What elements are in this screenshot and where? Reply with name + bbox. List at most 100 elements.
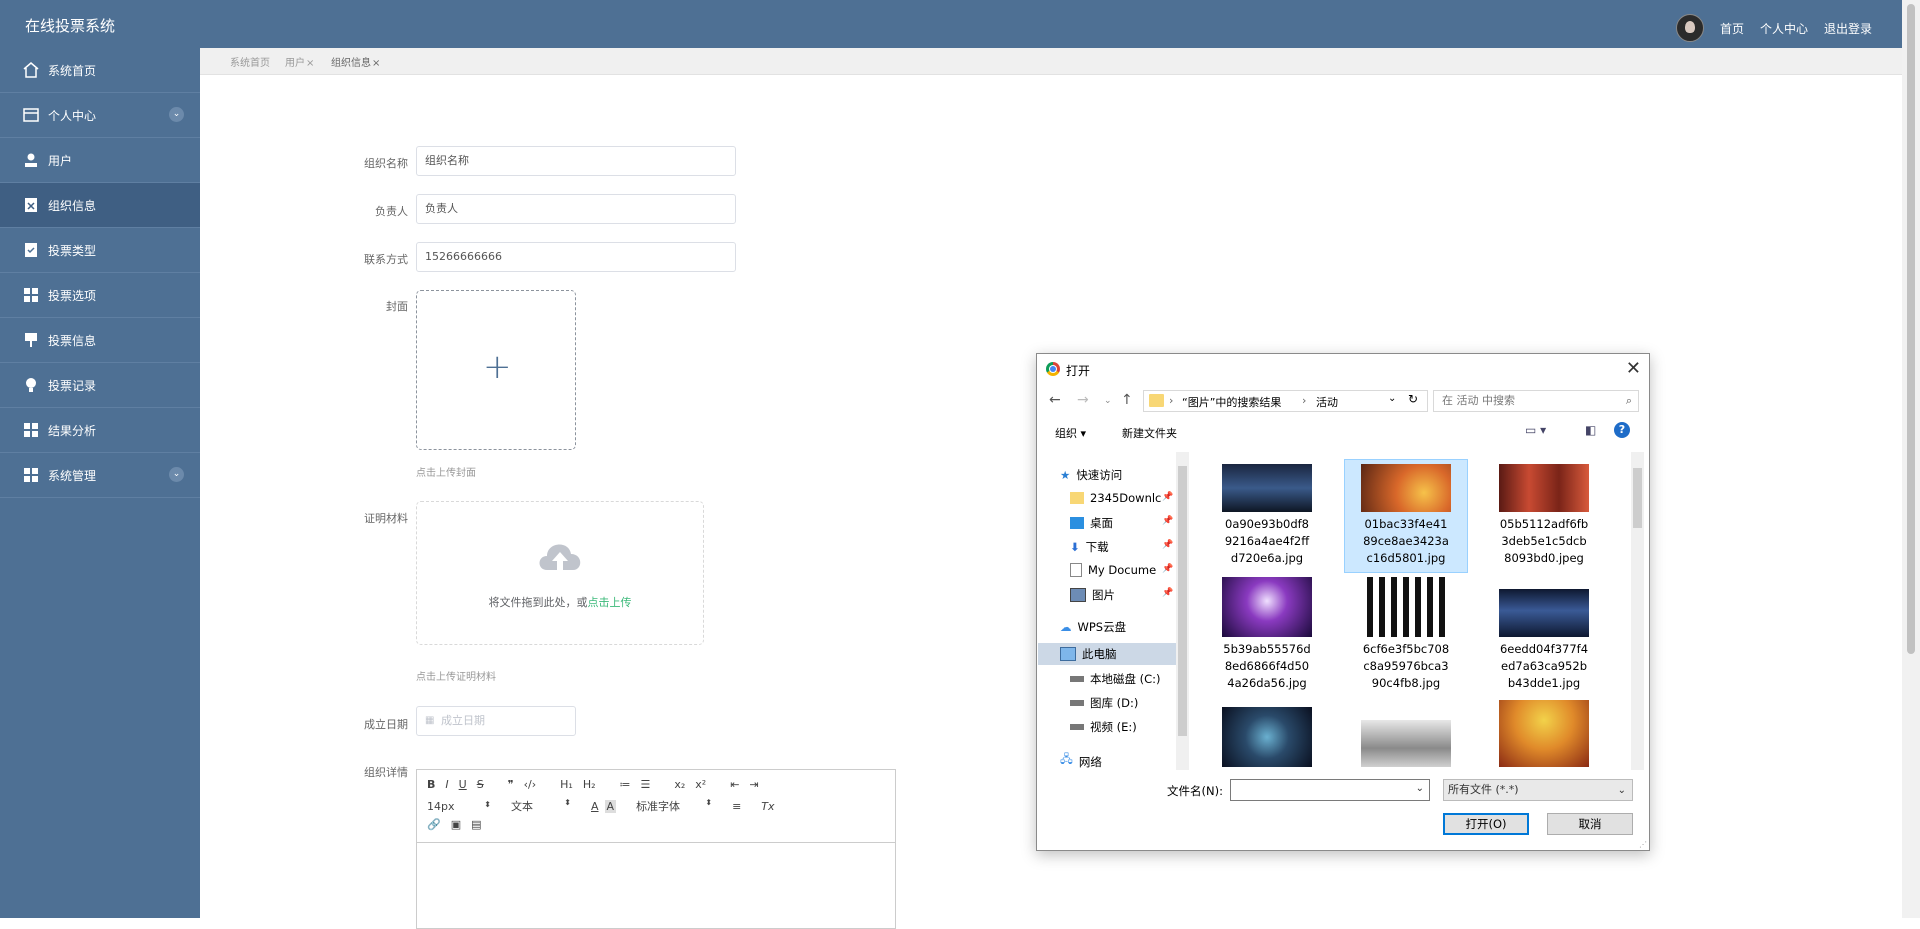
nav-profile-link[interactable]: 个人中心 (1760, 20, 1808, 37)
forward-arrow-icon[interactable]: → (1077, 392, 1089, 408)
breadcrumb-search-results[interactable]: “图片”中的搜索结果 (1182, 394, 1281, 410)
cancel-button[interactable]: 取消 (1547, 813, 1633, 835)
recent-locations-icon[interactable]: ⌄ (1104, 396, 1112, 406)
sidebar-item-profile[interactable]: 个人中心 ⌄ (0, 93, 200, 138)
chevron-down-icon[interactable]: ⌄ (169, 107, 184, 122)
tree-downloads[interactable]: ⬇ 下载 (1070, 539, 1109, 555)
refresh-icon[interactable]: ↻ (1408, 392, 1418, 406)
subscript-icon[interactable]: x₂ (674, 778, 685, 791)
tree-wps-cloud[interactable]: ☁ WPS云盘 (1060, 619, 1126, 635)
text-color-icon[interactable]: A (591, 800, 599, 813)
tree-downloads-folder[interactable]: 2345Downlc (1070, 491, 1161, 505)
sidebar-item-org-info[interactable]: 组织信息 (0, 183, 200, 228)
tree-drive-d[interactable]: 图库 (D:) (1070, 695, 1138, 711)
background-color-icon[interactable]: A (604, 799, 617, 813)
sidebar-item-vote-type[interactable]: 投票类型 (0, 228, 200, 273)
tree-drive-e[interactable]: 视频 (E:) (1070, 719, 1137, 735)
date-picker-input[interactable]: ▦ 成立日期 (416, 706, 576, 736)
scrollbar-thumb[interactable] (1633, 468, 1642, 528)
sidebar-item-vote-records[interactable]: 投票记录 (0, 363, 200, 408)
bold-icon[interactable]: B (427, 778, 435, 791)
video-icon[interactable]: ▤ (471, 818, 481, 831)
page-scrollbar[interactable] (1902, 0, 1920, 918)
address-bar[interactable]: › “图片”中的搜索结果 › 活动 ⌄ ↻ (1143, 390, 1428, 412)
proof-upload-link[interactable]: 点击上传 (588, 596, 632, 609)
tree-my-documents[interactable]: My Docume (1070, 563, 1156, 577)
help-icon[interactable]: ? (1614, 422, 1630, 438)
cover-upload-box[interactable]: + (416, 290, 576, 450)
tree-drive-c[interactable]: 本地磁盘 (C:) (1070, 671, 1161, 687)
image-icon[interactable]: ▣ (451, 818, 461, 831)
view-options-icon[interactable]: ▭ ▾ (1525, 423, 1546, 437)
tab-home[interactable]: 系统首页 (230, 54, 270, 69)
chevron-down-icon[interactable]: ⌄ (169, 467, 184, 482)
file-type-select[interactable]: 所有文件 (*.*) ⌄ (1443, 779, 1633, 801)
chevron-down-icon[interactable]: ⌄ (1416, 783, 1424, 794)
font-family-select[interactable]: 标准字体 ⬍ (636, 798, 712, 814)
file-item[interactable]: 05b5112adf6fb3deb5e1c5dcb8093bd0.jpeg (1483, 464, 1605, 567)
tree-this-pc[interactable]: 此电脑 (1038, 643, 1176, 665)
sidebar-item-vote-options[interactable]: 投票选项 (0, 273, 200, 318)
block-type-select[interactable]: 文本 ⬍ (511, 798, 571, 814)
font-size-select[interactable]: 14px ⬍ (427, 800, 491, 813)
underline-icon[interactable]: U (459, 778, 467, 791)
sidebar-item-system-admin[interactable]: 系统管理 ⌄ (0, 453, 200, 498)
align-icon[interactable]: ≡ (732, 800, 741, 813)
new-folder-button[interactable]: 新建文件夹 (1122, 425, 1177, 441)
resize-grip-icon[interactable]: ⋰ (1639, 840, 1647, 849)
proof-upload-area[interactable]: 将文件拖到此处，或点击上传 (416, 501, 704, 645)
tree-desktop[interactable]: 桌面 (1070, 515, 1113, 531)
open-button[interactable]: 打开(O) (1443, 813, 1529, 835)
avatar[interactable] (1675, 14, 1704, 42)
bullet-list-icon[interactable]: ☰ (641, 778, 651, 791)
filename-input[interactable]: ⌄ (1230, 779, 1430, 801)
heading2-icon[interactable]: H₂ (583, 778, 596, 791)
superscript-icon[interactable]: x² (695, 778, 706, 791)
org-name-input[interactable]: 组织名称 (416, 146, 736, 176)
organize-button[interactable]: 组织 ▾ (1055, 425, 1086, 441)
strikethrough-icon[interactable]: S (477, 778, 484, 791)
search-icon[interactable]: ⌕ (1626, 391, 1632, 411)
nav-home-link[interactable]: 首页 (1720, 20, 1744, 37)
tab-user[interactable]: 用户× (285, 54, 314, 69)
close-icon[interactable]: ✕ (1626, 358, 1641, 379)
contact-input[interactable]: 15266666666 (416, 242, 736, 272)
file-item[interactable]: 6cf6e3f5bc708c8a95976bca390c4fb8.jpg (1345, 577, 1467, 692)
sidebar-item-home[interactable]: 系统首页 (0, 48, 200, 93)
file-item[interactable] (1345, 720, 1467, 767)
dialog-search-input[interactable]: 在 活动 中搜索 ⌕ (1433, 390, 1639, 412)
file-item[interactable]: 6eedd04f377f4ed7a63ca952bb43dde1.jpg (1483, 577, 1605, 692)
clear-format-icon[interactable]: Tx (761, 800, 774, 813)
breadcrumb-activity[interactable]: 活动 (1316, 394, 1338, 410)
rich-text-editor[interactable]: B I U S ❞ ‹/› H₁ H₂ ≔ ☰ x₂ x² ⇤ ⇥ 14px ⬍… (416, 769, 896, 929)
file-item[interactable] (1206, 707, 1328, 767)
close-icon[interactable]: × (306, 58, 314, 69)
sidebar-item-vote-info[interactable]: 投票信息 (0, 318, 200, 363)
sidebar-item-user[interactable]: 用户 (0, 138, 200, 183)
tree-pictures[interactable]: 图片 (1070, 587, 1115, 603)
code-icon[interactable]: ‹/› (524, 778, 537, 791)
file-item[interactable]: 0a90e93b0df89216a4ae4f2ffd720e6a.jpg (1206, 464, 1328, 567)
tree-quick-access[interactable]: ★ 快速访问 (1060, 467, 1122, 483)
file-item[interactable] (1483, 700, 1605, 767)
chevron-down-icon[interactable]: ⌄ (1388, 393, 1396, 404)
file-item[interactable]: 5b39ab55576d8ed6866f4d504a26da56.jpg (1206, 577, 1328, 692)
file-grid-scrollbar[interactable] (1631, 452, 1644, 770)
italic-icon[interactable]: I (445, 778, 448, 791)
tab-org-info[interactable]: 组织信息× (331, 54, 380, 69)
close-icon[interactable]: × (372, 58, 380, 69)
leader-input[interactable]: 负责人 (416, 194, 736, 224)
indent-icon[interactable]: ⇥ (749, 778, 758, 791)
tree-network[interactable]: 🖧 网络 (1060, 752, 1102, 770)
nav-logout-link[interactable]: 退出登录 (1824, 20, 1872, 37)
scrollbar-thumb[interactable] (1907, 4, 1915, 654)
link-icon[interactable]: 🔗 (427, 818, 441, 831)
heading1-icon[interactable]: H₁ (560, 778, 573, 791)
preview-pane-icon[interactable]: ◧ (1585, 423, 1596, 437)
outdent-icon[interactable]: ⇤ (730, 778, 739, 791)
back-arrow-icon[interactable]: ← (1049, 392, 1061, 408)
file-item-selected[interactable]: 01bac33f4e4189ce8ae3423ac16d5801.jpg (1344, 459, 1468, 573)
sidebar-item-result-analysis[interactable]: 结果分析 (0, 408, 200, 453)
navigation-scrollbar[interactable] (1176, 452, 1189, 770)
up-arrow-icon[interactable]: ↑ (1121, 392, 1133, 408)
